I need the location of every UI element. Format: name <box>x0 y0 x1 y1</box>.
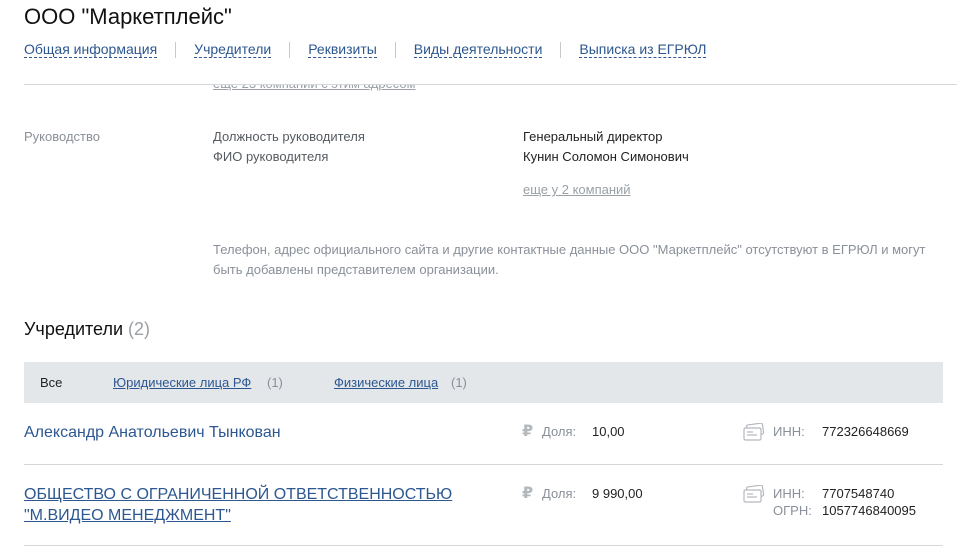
ruble-icon: ₽ <box>522 485 534 502</box>
nav-divider <box>289 42 291 58</box>
ruble-icon: ₽ <box>522 423 534 440</box>
tab-requisites[interactable]: Реквизиты <box>308 42 377 58</box>
director-name-label: ФИО руководителя <box>213 149 329 164</box>
contacts-note: Телефон, адрес официального сайта и друг… <box>213 242 926 277</box>
position-label: Должность руководителя <box>213 129 365 144</box>
row-divider <box>24 545 943 546</box>
filter-all[interactable]: Все <box>40 375 62 390</box>
founders-count: (2) <box>128 319 151 339</box>
share-label: Доля: <box>542 424 577 439</box>
founder-company-name-line1: ОБЩЕСТВО С ОГРАНИЧЕННОЙ ОТВЕТСТВЕННОСТЬЮ <box>24 486 453 503</box>
inn-label: ИНН: <box>773 424 805 439</box>
founder-company-link[interactable]: ОБЩЕСТВО С ОГРАНИЧЕННОЙ ОТВЕТСТВЕННОСТЬЮ… <box>24 484 452 526</box>
inn-label: ИНН: <box>773 486 805 501</box>
filter-legal-count: (1) <box>267 375 283 390</box>
nav-divider <box>175 42 177 58</box>
section-nav: Общая информация Учредители Реквизиты Ви… <box>24 42 707 58</box>
nav-divider <box>560 42 562 58</box>
founders-filter-bar: Все Юридические лица РФ (1) Физические л… <box>24 362 943 403</box>
inn-value: 7707548740 <box>822 486 895 501</box>
id-card-icon <box>743 422 765 446</box>
ogrn-label: ОГРН: <box>773 503 812 518</box>
company-page: ООО "Маркетплейс" Общая информация Учред… <box>0 0 957 550</box>
share-label: Доля: <box>542 486 577 501</box>
share-value: 9 990,00 <box>592 486 643 501</box>
founder-name[interactable]: Александр Анатольевич Тынкован <box>24 422 281 443</box>
row-divider <box>24 464 943 465</box>
founder-company-name-line2: "М.ВИДЕО МЕНЕДЖМЕНТ" <box>24 507 231 524</box>
inn-value: 772326648669 <box>822 424 909 439</box>
ogrn-value: 1057746840095 <box>822 503 916 518</box>
director-other-companies-link[interactable]: еще у 2 компаний <box>523 182 631 197</box>
director-name-value: Кунин Соломон Симонович <box>523 149 689 164</box>
management-label: Руководство <box>24 129 100 144</box>
tab-general-info[interactable]: Общая информация <box>24 42 158 58</box>
founders-heading: Учредители (2) <box>24 319 150 340</box>
page-title: ООО "Маркетплейс" <box>24 4 232 29</box>
header-divider <box>24 84 957 85</box>
position-value: Генеральный директор <box>523 129 663 144</box>
nav-divider <box>394 42 396 58</box>
tab-activities[interactable]: Виды деятельности <box>413 42 543 58</box>
filter-individuals-count: (1) <box>451 375 467 390</box>
tab-egrul-extract[interactable]: Выписка из ЕГРЮЛ <box>579 42 707 58</box>
founders-heading-label: Учредители <box>24 319 124 339</box>
tab-founders[interactable]: Учредители <box>194 42 272 58</box>
id-card-icon <box>743 484 765 508</box>
filter-individuals[interactable]: Физические лица <box>334 375 438 390</box>
filter-legal-entities[interactable]: Юридические лица РФ <box>113 375 251 390</box>
share-value: 10,00 <box>592 424 625 439</box>
